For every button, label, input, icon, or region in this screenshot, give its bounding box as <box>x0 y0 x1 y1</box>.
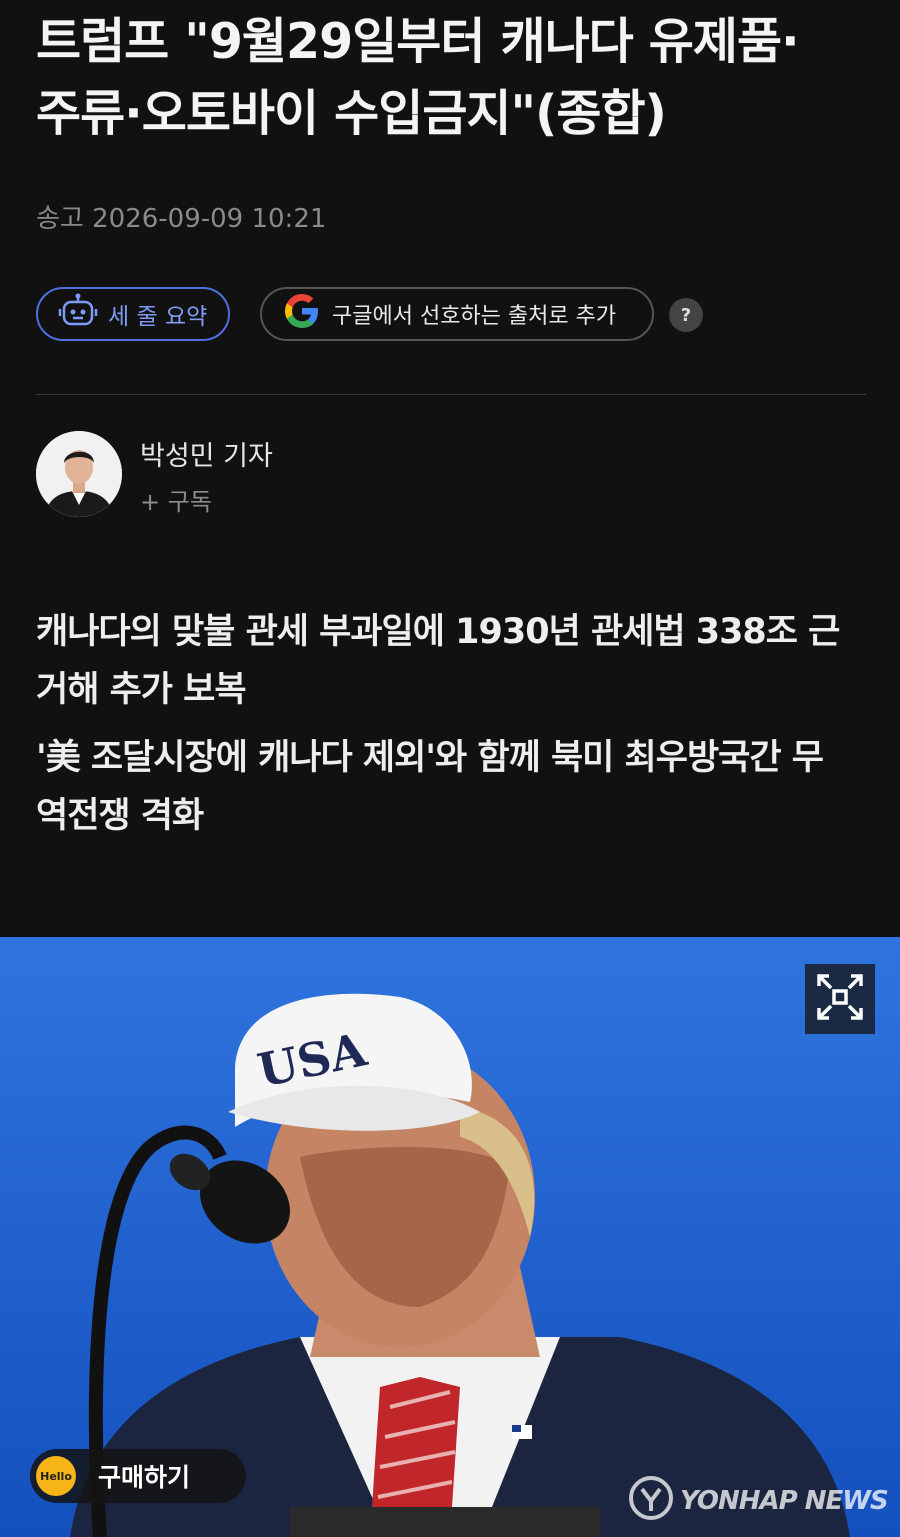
fullscreen-icon <box>815 972 865 1026</box>
add-preferred-source-button[interactable]: 구글에서 선호하는 출처로 추가 <box>260 287 654 341</box>
google-logo-icon <box>282 291 322 337</box>
yonhap-logo-icon <box>628 1475 674 1528</box>
watermark-text: YONHAP NEWS <box>680 1486 889 1516</box>
publish-date: 송고 2026-09-09 10:21 <box>36 204 327 234</box>
article-photo[interactable]: USA <box>0 937 900 1537</box>
three-line-summary-button[interactable]: 세 줄 요약 <box>36 287 230 341</box>
expand-photo-button[interactable] <box>805 964 875 1034</box>
divider <box>36 394 866 395</box>
article-title: 트럼프 "9월29일부터 캐나다 유제품· 주류·오토바이 수입금지"(종합) <box>36 6 876 150</box>
robot-icon <box>58 293 98 335</box>
help-button[interactable]: ? <box>669 298 703 332</box>
summary-line: 거해 추가 보복 <box>36 670 247 710</box>
summary-button-label: 세 줄 요약 <box>108 304 208 330</box>
summary-line: 역전쟁 격화 <box>36 796 204 836</box>
reporter-avatar[interactable] <box>36 431 122 517</box>
purchase-photo-button[interactable]: Hello 구매하기 <box>30 1449 246 1503</box>
google-button-label: 구글에서 선호하는 출처로 추가 <box>332 304 617 329</box>
hello-logo-icon: Hello <box>36 1456 76 1496</box>
summary-line: '美 조달시장에 캐나다 제외'와 함께 북미 최우방국간 무 <box>36 738 824 778</box>
reporter-name[interactable]: 박성민 기자 <box>140 434 273 473</box>
title-line: 트럼프 "9월29일부터 캐나다 유제품· <box>36 13 800 70</box>
purchase-label: 구매하기 <box>98 1463 191 1492</box>
yonhap-watermark: YONHAP NEWS <box>628 1475 889 1528</box>
summary-line: 캐나다의 맞불 관세 부과일에 1930년 관세법 338조 근 <box>36 612 840 652</box>
subscribe-button[interactable]: + 구독 <box>140 482 212 517</box>
title-line: 주류·오토바이 수입금지"(종합) <box>36 85 667 142</box>
article-summary: 캐나다의 맞불 관세 부과일에 1930년 관세법 338조 근 거해 추가 보… <box>36 603 876 845</box>
